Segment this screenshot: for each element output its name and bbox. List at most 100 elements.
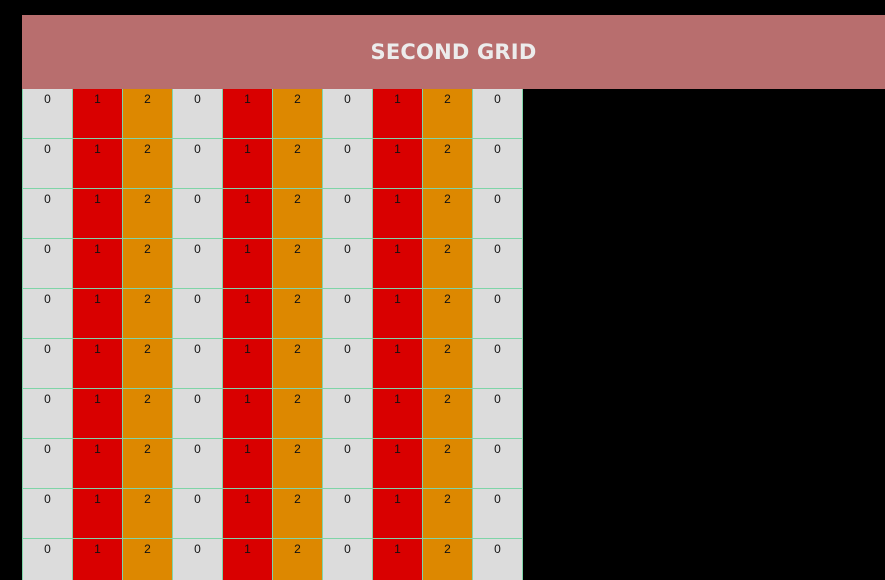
grid-cell[interactable]: 1: [73, 389, 123, 439]
grid-cell[interactable]: 0: [323, 389, 373, 439]
grid-cell[interactable]: 2: [423, 89, 473, 139]
grid-cell[interactable]: 0: [173, 389, 223, 439]
grid-cell[interactable]: 2: [423, 239, 473, 289]
grid-cell[interactable]: 2: [123, 189, 173, 239]
grid-cell[interactable]: 0: [23, 339, 73, 389]
grid-cell[interactable]: 2: [273, 89, 323, 139]
grid-cell[interactable]: 1: [223, 89, 273, 139]
grid-cell[interactable]: 2: [423, 189, 473, 239]
grid-cell[interactable]: 1: [373, 189, 423, 239]
grid-cell[interactable]: 2: [123, 489, 173, 539]
grid-cell[interactable]: 2: [123, 289, 173, 339]
grid-cell[interactable]: 1: [223, 189, 273, 239]
grid-cell[interactable]: 0: [473, 139, 523, 189]
grid-cell[interactable]: 2: [273, 539, 323, 580]
grid-cell[interactable]: 1: [223, 339, 273, 389]
grid-cell[interactable]: 1: [373, 239, 423, 289]
grid-cell[interactable]: 0: [173, 289, 223, 339]
grid-cell[interactable]: 1: [223, 289, 273, 339]
grid-cell[interactable]: 0: [323, 489, 373, 539]
grid-cell[interactable]: 0: [473, 339, 523, 389]
grid-cell[interactable]: 0: [323, 289, 373, 339]
grid-cell[interactable]: 0: [23, 489, 73, 539]
grid-cell[interactable]: 2: [423, 389, 473, 439]
grid-cell[interactable]: 2: [423, 539, 473, 580]
grid-cell[interactable]: 1: [223, 489, 273, 539]
grid-cell[interactable]: 2: [273, 389, 323, 439]
grid-cell[interactable]: 1: [223, 389, 273, 439]
grid-cell[interactable]: 2: [273, 139, 323, 189]
grid-cell[interactable]: 0: [323, 189, 373, 239]
grid-cell[interactable]: 0: [473, 539, 523, 580]
grid-cell[interactable]: 0: [473, 89, 523, 139]
grid-cell[interactable]: 1: [73, 239, 123, 289]
grid-cell[interactable]: 2: [273, 189, 323, 239]
grid-cell[interactable]: 0: [173, 139, 223, 189]
grid-cell[interactable]: 1: [73, 89, 123, 139]
grid-cell[interactable]: 0: [473, 289, 523, 339]
grid-cell[interactable]: 2: [273, 289, 323, 339]
grid-cell[interactable]: 2: [123, 439, 173, 489]
grid-cell[interactable]: 0: [23, 89, 73, 139]
grid-cell[interactable]: 1: [73, 539, 123, 580]
grid-cell[interactable]: 2: [123, 389, 173, 439]
grid-cell[interactable]: 0: [473, 189, 523, 239]
grid-cell[interactable]: 0: [323, 539, 373, 580]
grid-cell[interactable]: 1: [73, 489, 123, 539]
grid-cell[interactable]: 2: [123, 139, 173, 189]
grid-cell[interactable]: 0: [323, 139, 373, 189]
grid-cell[interactable]: 1: [373, 339, 423, 389]
grid-cell[interactable]: 1: [73, 289, 123, 339]
grid-cell[interactable]: 2: [123, 339, 173, 389]
grid-cell[interactable]: 0: [23, 389, 73, 439]
grid-cell[interactable]: 0: [473, 389, 523, 439]
grid-cell[interactable]: 1: [373, 389, 423, 439]
grid-cell[interactable]: 1: [373, 89, 423, 139]
grid-cell[interactable]: 0: [173, 339, 223, 389]
grid-cell[interactable]: 2: [123, 89, 173, 139]
grid-cell[interactable]: 2: [273, 439, 323, 489]
grid-cell[interactable]: 1: [73, 439, 123, 489]
grid-cell[interactable]: 2: [423, 489, 473, 539]
grid-cell[interactable]: 1: [223, 239, 273, 289]
grid-cell[interactable]: 0: [323, 439, 373, 489]
grid-cell[interactable]: 1: [373, 289, 423, 339]
grid-cell[interactable]: 0: [473, 439, 523, 489]
grid-cell[interactable]: 0: [173, 189, 223, 239]
grid-cell[interactable]: 1: [373, 539, 423, 580]
grid-cell[interactable]: 0: [473, 239, 523, 289]
grid-cell[interactable]: 0: [23, 239, 73, 289]
grid-cell[interactable]: 0: [23, 539, 73, 580]
grid-cell[interactable]: 2: [273, 339, 323, 389]
grid-cell[interactable]: 1: [373, 139, 423, 189]
grid-cell[interactable]: 2: [423, 339, 473, 389]
grid-cell[interactable]: 0: [173, 539, 223, 580]
grid-cell[interactable]: 0: [23, 189, 73, 239]
grid-cell[interactable]: 2: [273, 489, 323, 539]
grid-cell[interactable]: 1: [73, 139, 123, 189]
grid-cell[interactable]: 2: [273, 239, 323, 289]
grid-cell[interactable]: 2: [423, 289, 473, 339]
grid-cell[interactable]: 2: [423, 139, 473, 189]
grid-cell[interactable]: 1: [223, 139, 273, 189]
grid-cell[interactable]: 1: [373, 489, 423, 539]
grid-cell[interactable]: 2: [423, 439, 473, 489]
grid-cell[interactable]: 0: [473, 489, 523, 539]
grid-cell[interactable]: 1: [223, 439, 273, 489]
grid-cell[interactable]: 0: [173, 89, 223, 139]
grid-cell[interactable]: 1: [223, 539, 273, 580]
grid-cell[interactable]: 0: [323, 239, 373, 289]
grid-cell[interactable]: 0: [173, 239, 223, 289]
grid-cell[interactable]: 1: [73, 189, 123, 239]
grid-cell[interactable]: 0: [323, 89, 373, 139]
grid-cell[interactable]: 0: [323, 339, 373, 389]
grid-cell[interactable]: 2: [123, 539, 173, 580]
grid-cell[interactable]: 0: [173, 439, 223, 489]
grid-cell[interactable]: 0: [23, 139, 73, 189]
grid-cell[interactable]: 0: [173, 489, 223, 539]
grid-cell[interactable]: 1: [73, 339, 123, 389]
grid-cell[interactable]: 0: [23, 289, 73, 339]
grid-cell[interactable]: 1: [373, 439, 423, 489]
grid-cell[interactable]: 0: [23, 439, 73, 489]
grid-cell[interactable]: 2: [123, 239, 173, 289]
